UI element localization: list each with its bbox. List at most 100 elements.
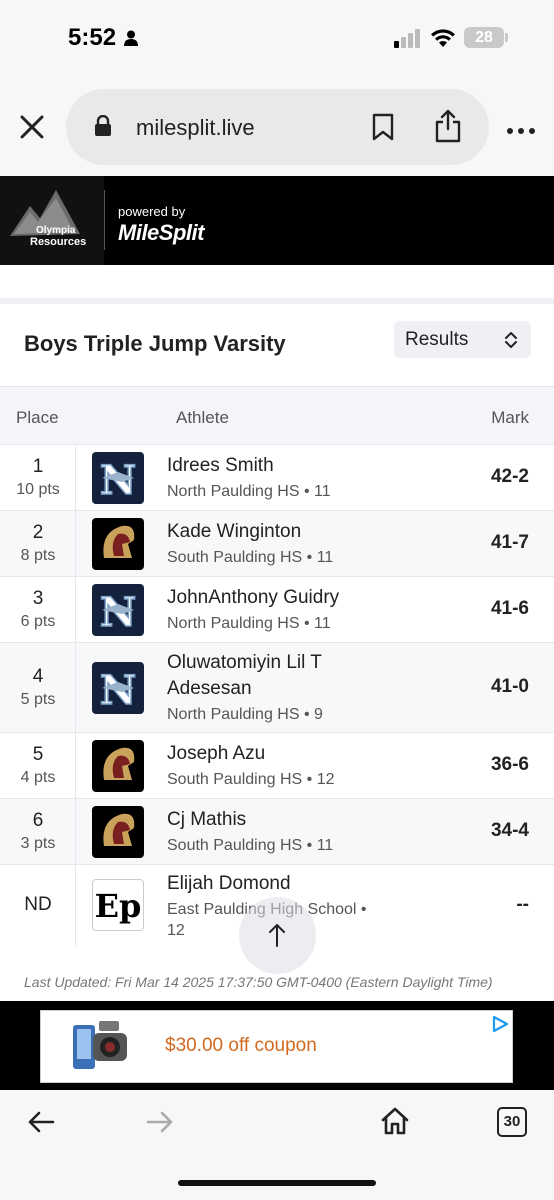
place: ND [24,894,52,915]
place-cell: ND [0,865,76,946]
athlete-name[interactable]: Cj Mathis [167,808,246,831]
place-cell: 6 3 pts [0,799,76,864]
athlete-name[interactable]: Idrees Smith [167,454,274,477]
points: 3 pts [20,835,56,852]
bookmark-icon[interactable] [372,113,394,146]
person-icon [124,30,138,51]
athlete-school: North Paulding HS • 9 [167,706,323,723]
south-paulding-logo [92,806,144,858]
sponsor-name-line1: Olympia [36,225,76,236]
athlete-school: South Paulding HS • 11 [167,837,334,854]
athlete-school: South Paulding HS • 12 [167,771,335,788]
back-arrow-icon[interactable] [27,1110,55,1139]
north-paulding-logo: N [92,662,144,714]
home-indicator [178,1180,376,1186]
close-icon[interactable] [18,113,46,141]
battery-icon: 28 [464,27,504,48]
south-paulding-logo [92,740,144,792]
mark: 41-0 [490,676,529,697]
table-row[interactable]: 2 8 pts Kade Winginton South Paulding HS… [0,510,554,576]
browser-toolbar: milesplit.live [0,76,554,176]
url-text: milesplit.live [136,115,255,140]
table-row[interactable]: 6 3 pts Cj Mathis South Paulding HS • 11… [0,798,554,864]
points: 8 pts [20,547,56,564]
section-separator [0,298,554,304]
place: 5 [32,744,44,765]
content-top-spacer [0,265,554,301]
status-time: 5:52 [68,24,117,51]
table-header: Place Athlete Mark [0,386,554,444]
place: 1 [32,456,44,477]
view-select[interactable]: Results [394,321,531,358]
header-athlete: Athlete [176,408,229,427]
ad-box[interactable]: $30.00 off coupon [40,1010,513,1083]
header-mark: Mark [491,408,529,427]
place-cell: 3 6 pts [0,577,76,642]
table-row[interactable]: 3 6 pts N JohnAnthony Guidry North Pauld… [0,576,554,642]
last-updated: Last Updated: Fri Mar 14 2025 17:37:50 G… [24,974,493,990]
athlete-school: North Paulding HS • 11 [167,615,331,632]
battery-tip [505,33,508,42]
powered-by-label: powered by [118,204,186,219]
north-paulding-logo: N [92,584,144,636]
address-bar[interactable]: milesplit.live [66,89,489,165]
mark: 34-4 [490,820,529,841]
table-row[interactable]: 1 10 pts N Idrees Smith North Paulding H… [0,444,554,510]
mark: 41-6 [490,598,529,619]
place-cell: 5 4 pts [0,733,76,798]
mark: 36-6 [490,754,529,775]
athlete-school: South Paulding HS • 11 [167,549,334,566]
points: 10 pts [16,481,60,498]
olympia-resources-logo: Olympia Resources [0,176,104,265]
athlete-school-line2: 12 [167,922,185,939]
place-cell: 4 5 pts [0,643,76,732]
ad-banner[interactable]: $30.00 off coupon [0,1001,554,1090]
share-icon[interactable] [434,109,462,148]
athlete-name-line2[interactable]: Adesesan [167,677,252,700]
svg-text:Ep: Ep [95,887,142,925]
place: 6 [32,810,44,831]
mark: -- [516,894,529,915]
dashcam-image [69,1017,131,1075]
forward-arrow-icon[interactable] [146,1110,174,1139]
lock-icon [94,114,112,142]
sponsor-banner[interactable]: Olympia Resources powered by MileSplit [0,176,554,265]
athlete-name[interactable]: Kade Winginton [167,520,301,543]
table-row[interactable]: 5 4 pts Joseph Azu South Paulding HS • 1… [0,732,554,798]
wifi-icon [430,26,456,53]
more-options-icon[interactable] [506,122,536,140]
place: 4 [32,666,44,687]
athlete-name[interactable]: Joseph Azu [167,742,265,765]
athlete-name-line1[interactable]: Oluwatomiyin Lil T [167,651,322,674]
tabs-count-button[interactable]: 30 [497,1107,527,1137]
home-icon[interactable] [380,1106,410,1141]
view-select-value: Results [405,329,469,350]
south-paulding-logo [92,518,144,570]
points: 5 pts [20,691,56,708]
athlete-name[interactable]: Elijah Domond [167,872,291,895]
status-bar: 5:52 28 [0,0,554,76]
chevron-up-down-icon [504,331,518,354]
north-paulding-logo: N [92,452,144,504]
cell-signal-icon [394,28,422,53]
milesplit-logo: MileSplit [118,220,204,245]
header-place: Place [16,408,59,427]
place: 2 [32,522,44,543]
scroll-to-top-button[interactable] [239,897,316,974]
athlete-name[interactable]: JohnAnthony Guidry [167,586,339,609]
event-title: Boys Triple Jump Varsity [24,331,286,356]
banner-divider [104,190,105,250]
mark: 41-7 [490,532,529,553]
ad-text[interactable]: $30.00 off coupon [165,1035,317,1057]
sponsor-name-line2: Resources [30,236,87,248]
ad-choices-icon[interactable] [491,1015,509,1038]
mark: 42-2 [490,466,529,487]
east-paulding-logo: Ep [92,879,144,931]
place: 3 [32,588,44,609]
place-cell: 1 10 pts [0,445,76,510]
browser-bottom-bar: 30 [0,1090,554,1200]
results-table: Place Athlete Mark 1 10 pts N Idrees Smi… [0,386,554,946]
place-cell: 2 8 pts [0,511,76,576]
table-row[interactable]: 4 5 pts N Oluwatomiyin Lil T Adesesan No… [0,642,554,732]
points: 6 pts [20,613,56,630]
